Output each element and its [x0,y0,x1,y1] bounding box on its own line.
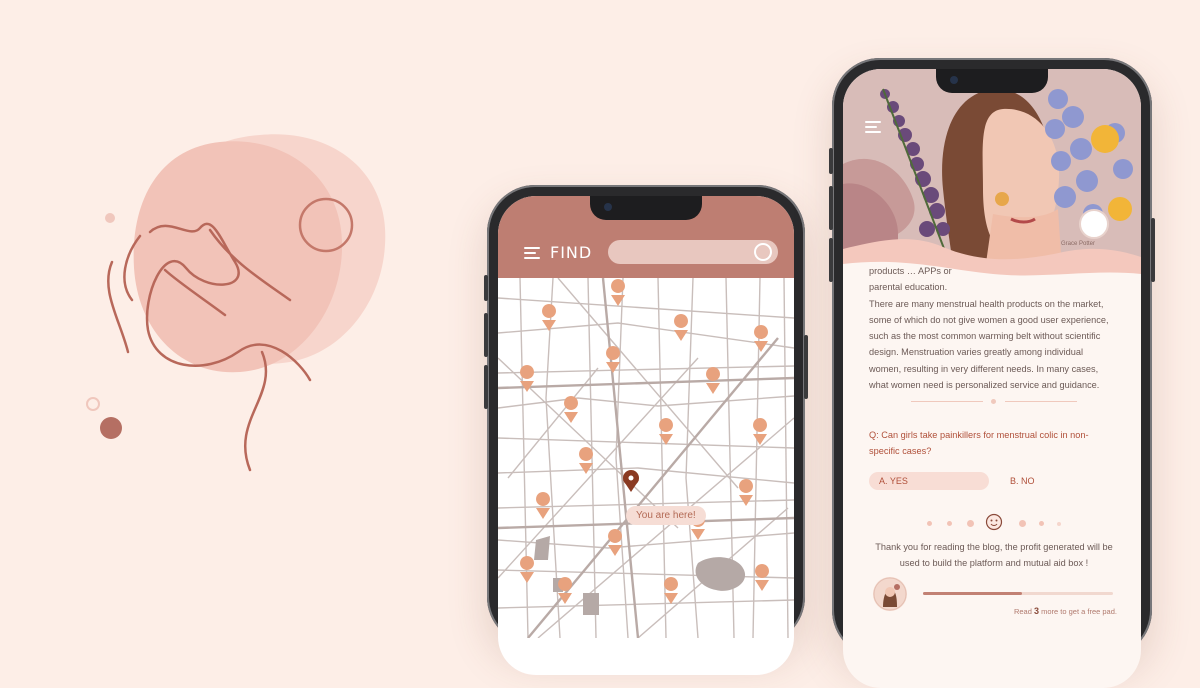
map-view[interactable] [498,278,794,638]
phone-blog-app: Grace Potter products … APPs or parental… [829,58,1155,688]
decor-dot-hollow [86,397,100,411]
menu-icon[interactable] [865,121,881,133]
article-line: design. Menstruation varies greatly amon… [869,347,1083,358]
phone-map-app: FIND You are here! [484,185,808,675]
article-line: what women need is personalized service … [869,380,1100,391]
article-line: some of which do not give women a good u… [869,314,1109,325]
phone-side-button [829,238,833,282]
search-input[interactable] [608,240,778,264]
author-name: Grace Potter [1061,241,1096,247]
camera-icon [950,76,958,84]
phone-notch [590,196,702,220]
phone-side-button [1151,218,1155,282]
decor-dot-small [105,213,115,223]
menu-icon[interactable] [524,247,540,259]
phone-side-button [484,313,488,357]
quiz-question: Q: Can girls take painkillers for menstr… [869,430,1089,456]
read-prefix: Read [1013,607,1032,616]
earring [995,192,1009,206]
phone-side-button [484,275,488,301]
section-divider [911,399,1077,404]
article-line: women, resulting in very different needs… [869,363,1099,374]
map-background [498,278,794,638]
article-line: There are many menstrual health products… [869,298,1104,309]
article-body: products … APPs or parental education. T… [869,263,1117,393]
phone-side-button [484,365,488,409]
answer-option-yes[interactable]: A. YES [869,472,989,490]
article-line: such as the most common warming belt wit… [869,331,1101,342]
camera-icon [604,203,612,211]
heart-icons [628,475,634,481]
page-dot[interactable] [1057,522,1061,526]
page-dot[interactable] [1019,520,1026,527]
phone-side-button [829,186,833,230]
read-suffix: more to get a free pad. [1041,607,1117,616]
phone-notch [936,69,1048,93]
current-location-label: You are here! [626,506,706,525]
hero-illustration [843,69,1141,284]
blog-screen: Grace Potter products … APPs or parental… [843,69,1141,688]
page-dot[interactable] [927,521,932,526]
page-dot[interactable] [967,520,974,527]
decor-dot-large [100,417,122,439]
phone-side-button [829,148,833,174]
page-title: FIND [550,243,593,262]
page-dot[interactable] [1039,521,1044,526]
answer-option-no[interactable]: B. NO [1010,472,1035,490]
thanks-message: Thank you for reading the blog, the prof… [875,542,1113,568]
author-avatar [1079,209,1109,239]
page-indicator[interactable] [921,513,1061,533]
decorative-illustration [86,134,386,472]
phone-side-button [804,335,808,399]
article-line: parental education. [869,282,948,293]
reward-thumbnail [873,577,907,611]
search-icon[interactable] [754,243,772,261]
reading-progress-bar [923,592,1113,595]
reading-progress-fill [923,592,1022,595]
map-screen: FIND You are here! [498,196,794,675]
article-line: products … APPs or [869,266,952,276]
smiley-icon [985,513,1003,531]
page-dot[interactable] [947,521,952,526]
